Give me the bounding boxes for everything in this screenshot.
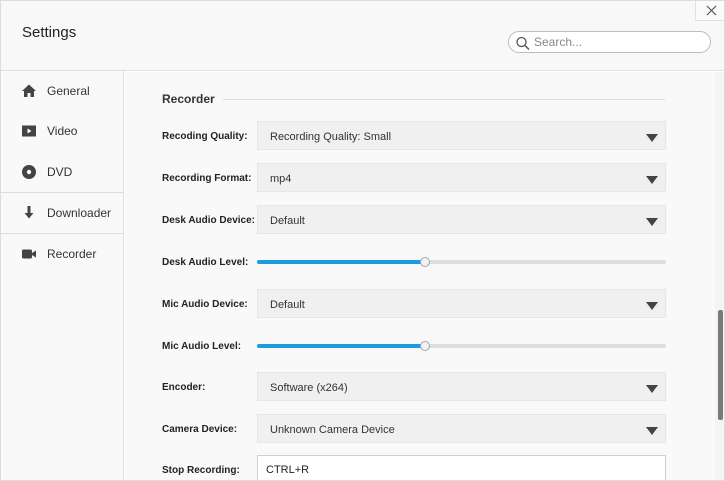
sidebar-item-downloader[interactable]: Downloader: [1, 193, 124, 233]
recorder-settings-panel: Recorder Recoding Quality: Recording Qua…: [125, 72, 715, 480]
encoder-select[interactable]: Software (x264): [257, 372, 666, 401]
sidebar-item-recorder[interactable]: Recorder: [1, 234, 124, 274]
select-value: Unknown Camera Device: [270, 424, 395, 436]
chevron-down-icon: [646, 218, 658, 226]
select-value: Default: [270, 299, 305, 311]
download-icon: [24, 206, 34, 219]
search-input[interactable]: [534, 33, 704, 51]
camera-device-select[interactable]: Unknown Camera Device: [257, 414, 666, 443]
select-value: Software (x264): [270, 382, 348, 394]
sidebar-item-label: DVD: [47, 165, 73, 179]
chevron-down-icon: [646, 176, 658, 184]
select-value: Recording Quality: Small: [270, 131, 392, 143]
sidebar-item-label: Downloader: [47, 206, 112, 220]
slider-fill: [257, 344, 425, 348]
desk-audio-level-slider[interactable]: [257, 256, 666, 268]
chevron-down-icon: [646, 385, 658, 393]
chevron-down-icon: [646, 134, 658, 142]
sidebar-item-label: General: [47, 84, 90, 98]
mic-audio-device-label: Mic Audio Device:: [162, 299, 248, 310]
header: Settings: [1, 1, 724, 71]
slider-thumb[interactable]: [420, 257, 430, 267]
mic-audio-level-label: Mic Audio Level:: [162, 341, 242, 352]
close-button[interactable]: [695, 1, 724, 21]
sidebar-item-label: Recorder: [47, 247, 97, 261]
desk-audio-level-label: Desk Audio Level:: [162, 257, 249, 268]
search-box[interactable]: [508, 31, 711, 53]
sidebar-item-dvd[interactable]: DVD: [1, 152, 124, 192]
settings-window: Settings General Video: [0, 0, 725, 481]
recording-format-label: Recording Format:: [162, 173, 252, 184]
encoder-label: Encoder:: [162, 382, 206, 393]
camera-device-label: Camera Device:: [162, 424, 238, 435]
slider-thumb[interactable]: [420, 341, 430, 351]
select-value: mp4: [270, 173, 292, 185]
sidebar: General Video DVD Downloader Recorder: [1, 71, 124, 480]
slider-fill: [257, 260, 425, 264]
recording-quality-label: Recoding Quality:: [162, 131, 248, 142]
video-icon: [22, 125, 36, 137]
sidebar-item-general[interactable]: General: [1, 71, 124, 111]
desk-audio-device-label: Desk Audio Device:: [162, 215, 255, 226]
stop-recording-hotkey-input[interactable]: [257, 455, 666, 480]
recording-quality-select[interactable]: Recording Quality: Small: [257, 121, 666, 150]
sidebar-item-label: Video: [47, 124, 78, 138]
search-icon: [516, 36, 530, 51]
mic-audio-level-slider[interactable]: [257, 340, 666, 352]
disc-icon: [22, 165, 36, 179]
chevron-down-icon: [646, 302, 658, 310]
section-divider: [223, 99, 665, 100]
close-icon: [706, 5, 716, 16]
mic-audio-device-select[interactable]: Default: [257, 289, 666, 318]
stop-recording-label: Stop Recording:: [162, 465, 240, 476]
chevron-down-icon: [646, 427, 658, 435]
home-icon: [22, 84, 36, 97]
camera-icon: [22, 249, 36, 259]
select-value: Default: [270, 215, 305, 227]
section-title: Recorder: [162, 92, 215, 106]
scrollbar-thumb[interactable]: [718, 310, 723, 420]
desk-audio-device-select[interactable]: Default: [257, 205, 666, 234]
vertical-scrollbar[interactable]: [715, 72, 724, 480]
sidebar-item-video[interactable]: Video: [1, 111, 124, 151]
recording-format-select[interactable]: mp4: [257, 163, 666, 192]
window-title: Settings: [22, 24, 77, 41]
